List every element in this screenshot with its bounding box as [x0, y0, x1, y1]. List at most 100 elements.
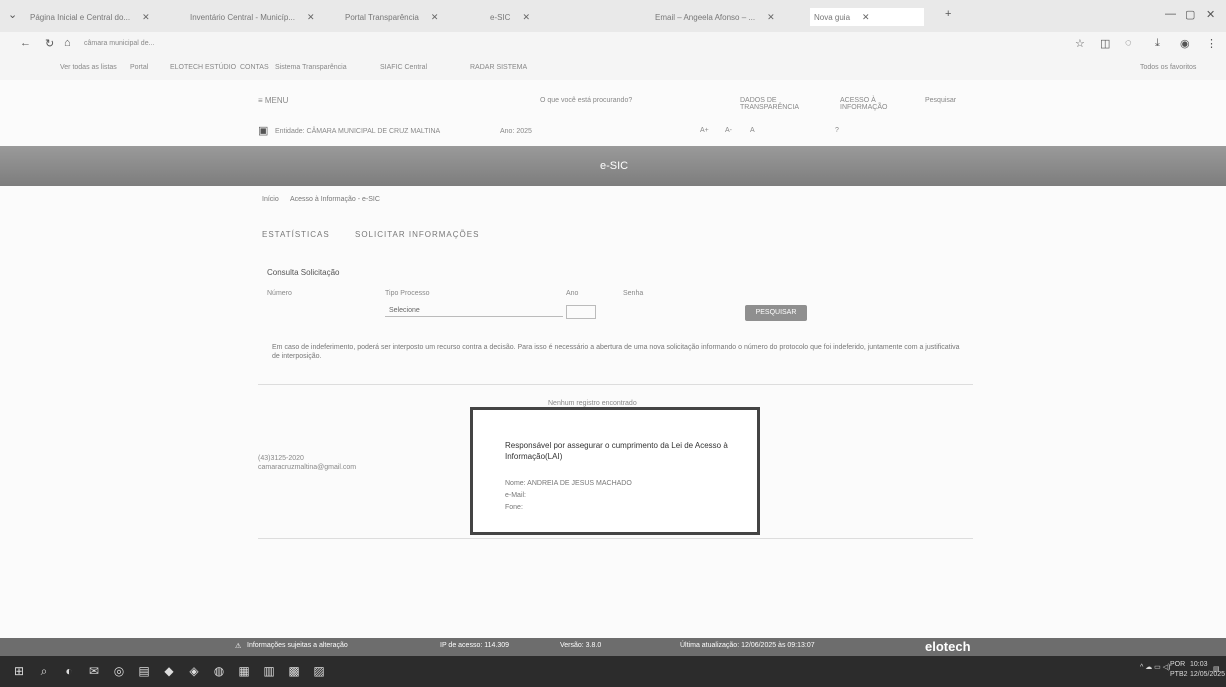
no-records-message: Nenhum registro encontrado — [548, 400, 637, 407]
bookmark-item[interactable]: Sistema Transparência — [275, 64, 347, 71]
clock-time[interactable]: 10:03 — [1190, 661, 1208, 668]
new-tab-button[interactable]: + — [945, 8, 951, 20]
modal-email: e-Mail: — [505, 492, 527, 499]
back-icon[interactable]: ← — [20, 37, 31, 49]
windows-taskbar: ⊞ ⌕ ◐ ✉ ◎ ▤ ◆ ◈ ◍ ▦ ▥ ▩ ▨ ^ ☁ ▭ ◁) POR P… — [0, 656, 1226, 687]
notice-text: Em caso de indeferimento, poderá ser int… — [272, 344, 960, 360]
bookmark-item[interactable]: Ver todas as listas — [60, 64, 117, 71]
bookmark-item[interactable]: ELOTECH ESTÚDIO — [170, 64, 236, 71]
account-icon[interactable]: ◉ — [1180, 37, 1190, 50]
status-updated: Última atualização: 12/06/2025 às 09:13:… — [680, 642, 815, 649]
tab-label: Nova guia — [814, 12, 851, 22]
font-increase[interactable]: A+ — [700, 127, 709, 134]
chrome-icon[interactable]: ◎ — [112, 664, 126, 678]
status-ip: IP de acesso: 114.309 — [440, 642, 510, 649]
close-icon[interactable]: ✕ — [522, 12, 530, 23]
close-icon[interactable]: ✕ — [862, 12, 870, 23]
address-bar-row: ← ↻ ⌂ câmara municipal de... ☆ ◫ ◌ ⤓ ◉ ⋮ — [0, 32, 1226, 56]
modal-name: Nome: ANDREIA DE JESUS MACHADO — [505, 480, 632, 487]
close-icon[interactable]: ✕ — [307, 12, 315, 23]
tab-request-info[interactable]: SOLICITAR INFORMAÇÕES — [355, 230, 479, 239]
tab-statistics[interactable]: ESTATÍSTICAS — [262, 230, 330, 239]
year-selector[interactable]: Ano: 2025 — [500, 128, 532, 135]
app-icon[interactable]: ▥ — [262, 664, 276, 678]
bookmark-item[interactable]: RADAR SISTEMA — [470, 64, 527, 71]
mail-icon[interactable]: ✉ — [87, 664, 101, 678]
app-icon[interactable]: ▩ — [287, 664, 301, 678]
clock-date[interactable]: 12/05/2025 — [1190, 671, 1225, 678]
close-icon[interactable]: ✕ — [767, 12, 775, 23]
browser-tabstrip: ⌄ Página Inicial e Central do... ✕ Invent… — [0, 0, 1226, 32]
entity-selector[interactable]: Entidade: CÂMARA MUNICIPAL DE CRUZ MALTI… — [275, 128, 440, 135]
more-icon[interactable]: ⋮ — [1206, 37, 1217, 50]
page-status-bar: ⚠ Informações sujeitas a alteração IP de… — [0, 638, 1226, 656]
profile-icon[interactable]: ◌ — [1125, 37, 1132, 49]
breadcrumb-current: Acesso à Informação - e-SIC — [290, 196, 380, 203]
page-title: e-SIC — [600, 160, 629, 172]
tab-label: Portal Transparência — [345, 12, 419, 22]
status-version: Versão: 3.8.0 — [560, 642, 602, 649]
app-icon[interactable]: ▦ — [237, 664, 251, 678]
chevron-down-icon[interactable]: ⌄ — [8, 8, 17, 21]
all-bookmarks[interactable]: Todos os favoritos — [1140, 64, 1196, 71]
app-icon[interactable]: ▨ — [312, 664, 326, 678]
tray-icons[interactable]: ^ ☁ ▭ ◁) — [1140, 663, 1170, 671]
download-icon[interactable]: ⤓ — [1155, 37, 1160, 50]
minimize-icon[interactable]: — — [1165, 8, 1176, 20]
type-select[interactable]: Selecione — [385, 305, 563, 317]
windows-start-icon[interactable]: ⊞ — [12, 664, 26, 678]
close-icon[interactable]: ✕ — [431, 12, 439, 23]
browser-tab[interactable]: Email – Angeela Afonso – ... ✕ — [655, 8, 805, 26]
password-label: Senha — [623, 290, 644, 297]
quick-link[interactable]: DADOS DE TRANSPARÊNCIA — [740, 97, 820, 111]
keyboard-layout[interactable]: PTB2 — [1170, 671, 1188, 678]
modal-title: Responsável por assegurar o cumprimento … — [505, 441, 728, 461]
reload-icon[interactable]: ↻ — [45, 37, 54, 50]
menu-button[interactable]: ≡ MENU — [258, 96, 288, 105]
edge-icon[interactable]: ◐ — [62, 664, 76, 678]
quick-link[interactable]: ACESSO À INFORMAÇÃO — [840, 97, 910, 111]
app-icon[interactable]: ◆ — [162, 664, 176, 678]
search-button[interactable]: PESQUISAR — [745, 305, 807, 321]
maximize-icon[interactable]: ▢ — [1185, 8, 1195, 21]
page-banner: e-SIC — [0, 146, 1226, 186]
help-button[interactable]: ? — [835, 127, 839, 134]
tab-label: Página Inicial e Central do... — [30, 12, 131, 22]
calendar-icon: ▣ — [258, 125, 269, 137]
browser-tab[interactable]: Portal Transparência ✕ — [345, 8, 475, 26]
status-info: Informações sujeitas a alteração — [247, 642, 348, 649]
browser-tab[interactable]: e-SIC ✕ — [490, 8, 620, 26]
year-input[interactable] — [566, 305, 596, 319]
font-reset[interactable]: A — [750, 127, 755, 134]
app-icon[interactable]: ◈ — [187, 664, 201, 678]
contact-email[interactable]: camaracruzmaltina@gmail.com — [258, 464, 356, 471]
app-icon[interactable]: ◍ — [212, 664, 226, 678]
search-link[interactable]: Pesquisar — [925, 97, 956, 104]
lai-responsible-modal: Responsável por assegurar o cumprimento … — [470, 407, 760, 535]
bookmark-item[interactable]: SIAFIC Central — [380, 64, 427, 71]
section-title: Consulta Solicitação — [267, 268, 340, 277]
tab-label: Inventário Central - Municíp... — [190, 12, 295, 22]
browser-tab[interactable]: Página Inicial e Central do... ✕ — [30, 8, 180, 26]
star-icon[interactable]: ☆ — [1075, 37, 1085, 50]
browser-tab[interactable]: Inventário Central - Municíp... ✕ — [190, 8, 340, 26]
modal-phone: Fone: — [505, 504, 523, 511]
bookmarks-bar: Ver todas as listas Portal ELOTECH ESTÚD… — [0, 56, 1226, 81]
divider — [258, 538, 973, 539]
url-field[interactable]: câmara municipal de... — [84, 40, 484, 47]
store-icon[interactable]: ▤ — [137, 664, 151, 678]
bookmark-item[interactable]: Portal — [130, 64, 148, 71]
browser-tab-active[interactable]: Nova guia ✕ — [810, 8, 924, 26]
extensions-icon[interactable]: ◫ — [1100, 37, 1110, 50]
search-input[interactable]: O que você está procurando? — [540, 97, 632, 104]
breadcrumb-home[interactable]: Início — [262, 196, 279, 203]
close-icon[interactable]: ✕ — [142, 12, 150, 23]
notification-icon[interactable]: ▤ — [1213, 665, 1220, 673]
keyboard-lang[interactable]: POR — [1170, 661, 1185, 668]
type-label: Tipo Processo — [385, 290, 430, 297]
search-icon[interactable]: ⌕ — [37, 664, 51, 678]
font-decrease[interactable]: A- — [725, 127, 732, 134]
close-window-icon[interactable]: ✕ — [1206, 8, 1215, 21]
bookmark-item[interactable]: CONTAS — [240, 64, 269, 71]
home-icon[interactable]: ⌂ — [64, 37, 71, 49]
